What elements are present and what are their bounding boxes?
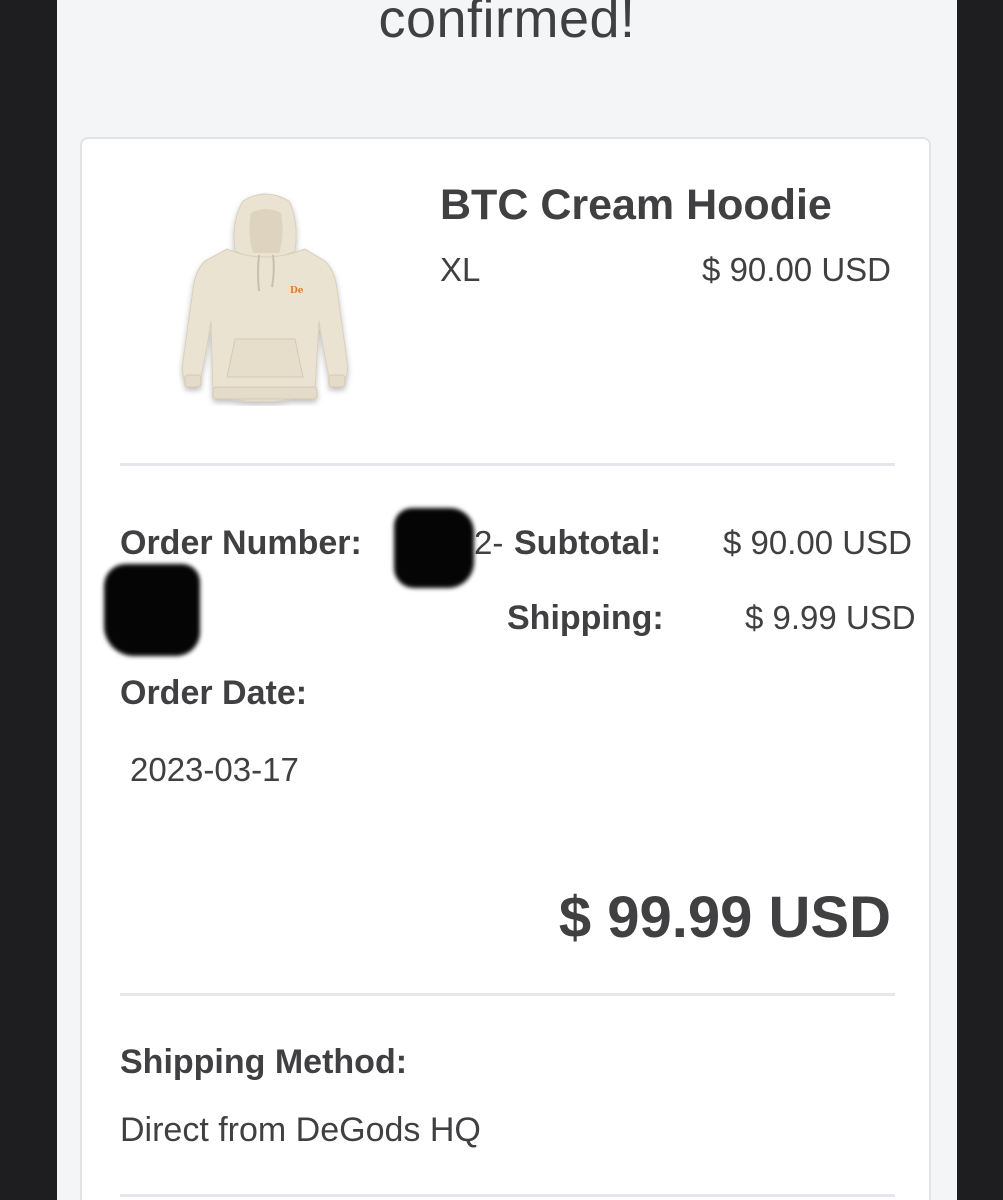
confirmation-page: confirmed! De BTC Cream Hoodie XL $ 90.0… <box>57 0 957 1200</box>
order-number-value: 2- <box>474 524 504 561</box>
subtotal-label: Subtotal: <box>514 524 662 562</box>
product-name: BTC Cream Hoodie <box>440 181 832 229</box>
product-size: XL <box>440 251 481 288</box>
product-price: $ 90.00 USD <box>702 251 891 288</box>
divider <box>120 993 895 996</box>
divider <box>120 1194 895 1197</box>
hoodie-image: De <box>165 191 365 406</box>
redaction-mark <box>104 564 200 656</box>
shipping-method-value: Direct from DeGods HQ <box>120 1111 481 1149</box>
shipping-label: Shipping: <box>507 599 664 637</box>
left-dark-border <box>0 0 57 1200</box>
order-summary-card: De BTC Cream Hoodie XL $ 90.00 USD Order… <box>80 137 931 1200</box>
shipping-method-label: Shipping Method: <box>120 1043 408 1081</box>
redaction-mark <box>394 508 474 588</box>
svg-text:De: De <box>290 286 304 296</box>
order-date-label: Order Date: <box>120 674 308 712</box>
subtotal-value: $ 90.00 USD <box>723 524 912 561</box>
divider <box>120 463 895 466</box>
order-total: $ 99.99 USD <box>558 885 891 950</box>
right-dark-border <box>957 0 1003 1200</box>
page-title: confirmed! <box>378 0 636 49</box>
order-date-value: 2023-03-17 <box>130 751 299 788</box>
order-number-label: Order Number: <box>120 524 362 562</box>
shipping-value: $ 9.99 USD <box>745 599 916 636</box>
